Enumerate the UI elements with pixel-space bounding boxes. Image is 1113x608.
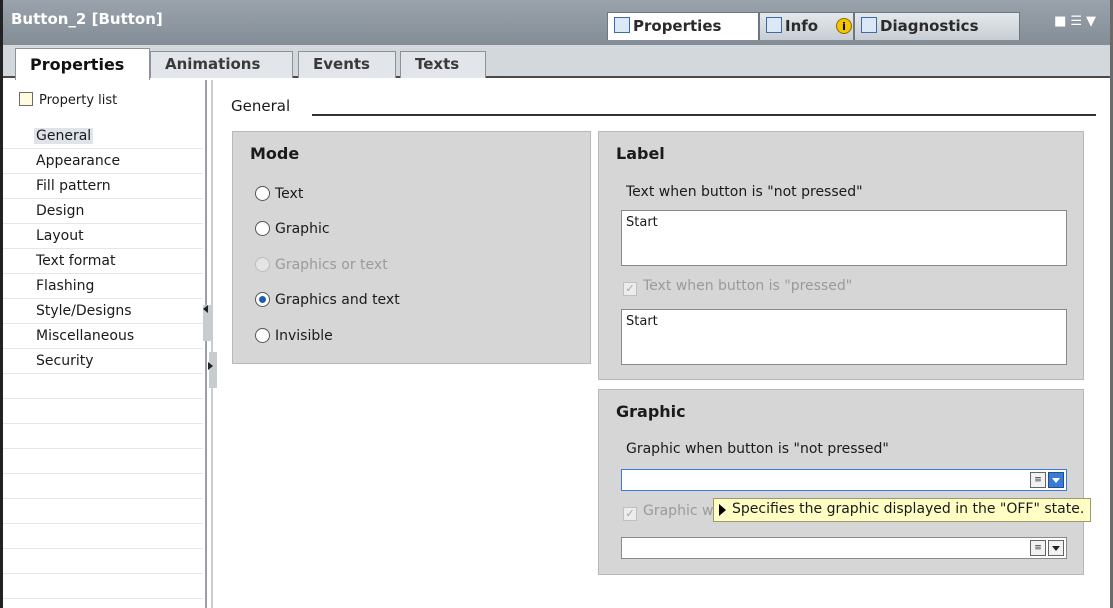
graphic-not-pressed-combo[interactable]: ≡ bbox=[621, 469, 1067, 491]
property-list-header[interactable]: Property list bbox=[19, 92, 117, 108]
window-title: Button_2 [Button] bbox=[11, 10, 163, 28]
diagnostics-icon bbox=[861, 17, 877, 33]
chevron-down-icon[interactable] bbox=[1048, 540, 1064, 556]
nav-item-appearance[interactable]: Appearance bbox=[3, 149, 203, 174]
mode-option-graphics-and-text[interactable]: Graphics and text bbox=[255, 292, 400, 308]
property-list-icon bbox=[19, 92, 33, 106]
info-list-icon bbox=[766, 17, 782, 33]
mode-option-graphic[interactable]: Graphic bbox=[255, 221, 330, 237]
section-divider bbox=[312, 114, 1096, 116]
tab-animations[interactable]: Animations bbox=[150, 51, 293, 78]
collapse-left-icon[interactable] bbox=[203, 305, 208, 313]
nav-item-fill-pattern[interactable]: Fill pattern bbox=[3, 174, 203, 199]
nav-item-security[interactable]: Security bbox=[3, 349, 203, 374]
mode-panel: Mode Text Graphic Graphics or text Graph… bbox=[232, 131, 591, 364]
nav-item-design[interactable]: Design bbox=[3, 199, 203, 224]
label-panel: Label Text when button is "not pressed" … bbox=[598, 131, 1084, 380]
graphic-pressed-combo[interactable]: ≡ bbox=[621, 537, 1067, 559]
nav-item-style-designs[interactable]: Style/Designs bbox=[3, 299, 203, 324]
radio-text[interactable] bbox=[255, 186, 270, 201]
mode-title: Mode bbox=[250, 144, 300, 163]
graphic-panel: Graphic Graphic when button is "not pres… bbox=[598, 389, 1084, 575]
radio-invisible[interactable] bbox=[255, 328, 270, 343]
graphic-list-icon[interactable]: ≡ bbox=[1030, 472, 1046, 488]
text-pressed-checkbox: ✓ bbox=[623, 282, 637, 296]
expand-right-icon[interactable] bbox=[208, 362, 213, 370]
mode-option-text[interactable]: Text bbox=[255, 186, 303, 202]
panel-splitter[interactable] bbox=[203, 80, 217, 608]
radio-graphic[interactable] bbox=[255, 221, 270, 236]
text-not-pressed-field[interactable]: Start bbox=[621, 210, 1067, 266]
text-not-pressed-label: Text when button is "not pressed" bbox=[626, 184, 863, 200]
nav-item-layout[interactable]: Layout bbox=[3, 224, 203, 249]
graphic-pressed-checkbox: ✓ bbox=[623, 507, 637, 521]
info-badge-icon: i bbox=[836, 18, 852, 34]
property-nav: Property list General Appearance Fill pa… bbox=[3, 80, 203, 608]
nav-item-miscellaneous[interactable]: Miscellaneous bbox=[3, 324, 203, 349]
tab-texts[interactable]: Texts bbox=[400, 51, 486, 78]
properties-icon bbox=[614, 17, 630, 33]
tooltip-arrow-icon bbox=[719, 504, 726, 516]
window-controls[interactable]: ■☰▼ bbox=[1054, 14, 1100, 29]
text-pressed-option: ✓ Text when button is "pressed" bbox=[623, 278, 852, 296]
title-bar: Button_2 [Button] Properties Info i Diag… bbox=[3, 0, 1110, 45]
mode-option-graphics-or-text: Graphics or text bbox=[255, 257, 388, 273]
chevron-down-icon[interactable] bbox=[1048, 472, 1064, 488]
graphic-pressed-option: ✓ Graphic w bbox=[623, 503, 713, 521]
nav-item-text-format[interactable]: Text format bbox=[3, 249, 203, 274]
section-title: General bbox=[231, 97, 291, 115]
tooltip: Specifies the graphic displayed in the "… bbox=[713, 498, 1092, 522]
top-tab-properties[interactable]: Properties bbox=[607, 12, 759, 40]
top-tab-diagnostics[interactable]: Diagnostics bbox=[854, 12, 1020, 40]
graphic-title: Graphic bbox=[616, 402, 686, 421]
tab-events[interactable]: Events bbox=[298, 51, 396, 78]
graphic-list-icon[interactable]: ≡ bbox=[1030, 540, 1046, 556]
nav-empty-rows bbox=[3, 374, 203, 599]
tab-properties[interactable]: Properties bbox=[15, 48, 150, 80]
text-pressed-field[interactable]: Start bbox=[621, 309, 1067, 365]
property-nav-list: General Appearance Fill pattern Design L… bbox=[3, 124, 203, 374]
mode-option-invisible[interactable]: Invisible bbox=[255, 328, 333, 344]
radio-graphics-or-text bbox=[255, 257, 270, 272]
tab-strip: Properties Animations Events Texts bbox=[3, 45, 1110, 80]
graphic-not-pressed-label: Graphic when button is "not pressed" bbox=[626, 441, 889, 457]
nav-item-flashing[interactable]: Flashing bbox=[3, 274, 203, 299]
radio-graphics-and-text[interactable] bbox=[255, 292, 270, 307]
label-title: Label bbox=[616, 144, 665, 163]
nav-item-general[interactable]: General bbox=[3, 124, 203, 149]
